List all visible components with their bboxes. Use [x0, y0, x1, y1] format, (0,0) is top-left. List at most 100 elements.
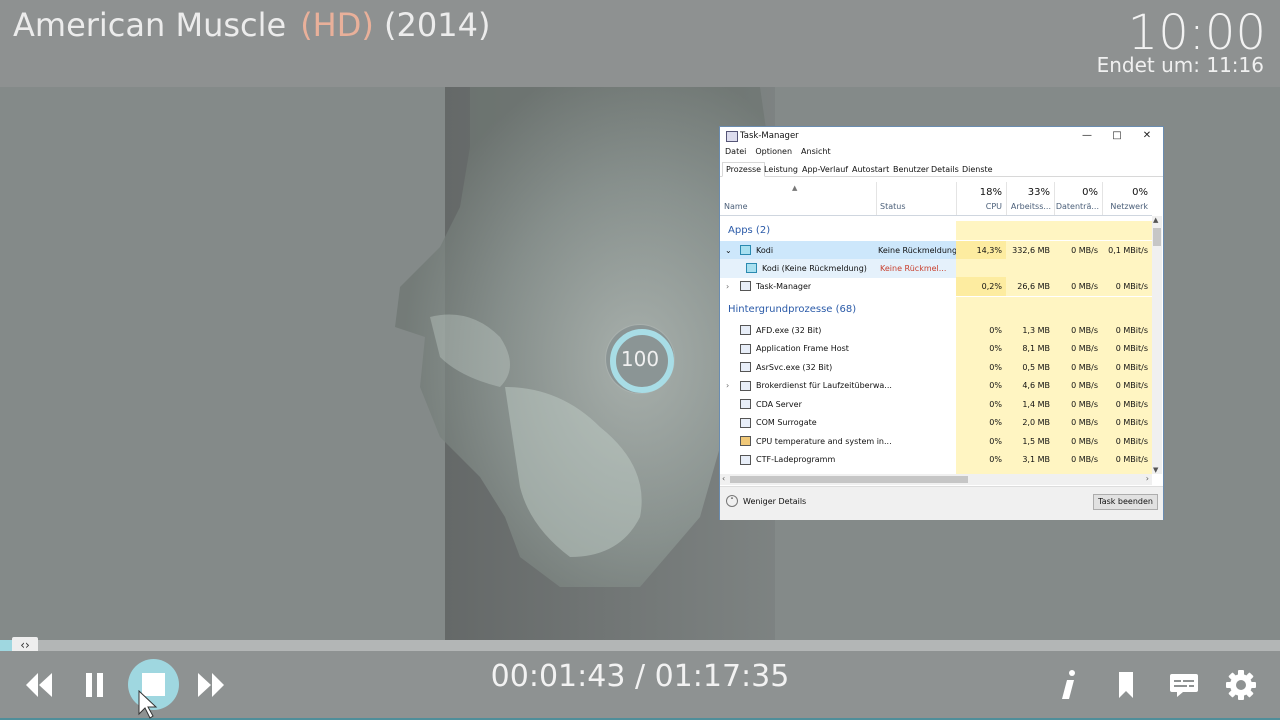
less-details-button[interactable]: ˄ Weniger Details	[726, 495, 806, 507]
tab-dienste[interactable]: Dienste	[958, 162, 997, 177]
scroll-left-icon[interactable]: ‹	[722, 474, 725, 483]
table-row[interactable]: CPU temperature and system in... 0% 1,5 …	[720, 432, 1152, 451]
network-total: 0%	[1132, 187, 1148, 198]
maximize-button[interactable]: □	[1107, 129, 1127, 143]
menu-optionen[interactable]: Optionen	[755, 147, 792, 156]
pause-button[interactable]	[70, 663, 120, 707]
column-name[interactable]: ▲ Name	[720, 182, 877, 215]
table-row[interactable]: AsrSvc.exe (32 Bit) 0% 0,5 MB 0 MB/s 0 M…	[720, 358, 1152, 377]
table-row[interactable]: CDA Server 0% 1,4 MB 0 MB/s 0 MBit/s	[720, 395, 1152, 414]
tab-prozesse[interactable]: Prozesse	[722, 162, 766, 177]
menu-ansicht[interactable]: Ansicht	[801, 147, 831, 156]
process-memory: 4,6 MB	[1006, 376, 1054, 395]
process-memory: 1,4 MB	[1006, 395, 1054, 414]
process-memory: 0,5 MB	[1006, 358, 1054, 377]
chevron-right-icon[interactable]: ›	[726, 377, 729, 396]
title-text: American Muscle	[13, 6, 287, 44]
horizontal-scrollbar[interactable]: ‹ ›	[720, 474, 1152, 485]
forward-button[interactable]	[186, 663, 236, 707]
table-row[interactable]: Application Frame Host 0% 8,1 MB 0 MB/s …	[720, 339, 1152, 359]
column-status[interactable]: Status	[876, 182, 957, 215]
process-disk: 0 MB/s	[1054, 395, 1102, 414]
quality-badge: (HD)	[300, 6, 374, 44]
table-row[interactable]: Kodi (Keine Rückmeldung) Keine Rückmel..…	[720, 259, 1152, 278]
process-name: Task-Manager	[740, 277, 811, 296]
process-cpu: 0%	[956, 413, 1006, 432]
process-name: Application Frame Host	[740, 340, 849, 359]
chevron-right-icon[interactable]: ›	[726, 277, 729, 296]
process-network: 0 MBit/s	[1102, 321, 1152, 340]
process-disk: 0 MB/s	[1054, 241, 1102, 260]
table-row[interactable]: CTF-Ladeprogramm 0% 3,1 MB 0 MB/s 0 MBit…	[720, 450, 1152, 469]
group-background-label: Hintergrundprozesse (68)	[728, 303, 857, 315]
process-name: Brokerdienst für Laufzeitüberwa...	[740, 377, 892, 396]
info-icon	[1062, 670, 1075, 699]
column-network-label: Netzwerk	[1110, 202, 1148, 211]
process-status: Keine Rückmeldung	[878, 245, 958, 255]
vertical-scrollbar[interactable]: ▲ ▼	[1152, 216, 1162, 474]
task-manager-window[interactable]: Task-Manager — □ ✕ Datei Optionen Ansicht …	[719, 126, 1164, 520]
end-time: Endet um: 11:16	[1096, 53, 1264, 77]
process-disk: 0 MB/s	[1054, 413, 1102, 432]
scroll-down-icon[interactable]: ▼	[1153, 466, 1158, 474]
process-name: Kodi	[740, 241, 773, 260]
sort-arrow-icon: ▲	[792, 184, 798, 192]
bookmark-icon	[1119, 672, 1133, 698]
busy-indicator: 100	[606, 325, 674, 393]
pause-icon	[86, 673, 103, 697]
end-task-button[interactable]: Task beenden	[1093, 494, 1158, 510]
process-disk: 0 MB/s	[1054, 339, 1102, 358]
scroll-right-icon[interactable]: ›	[1146, 474, 1149, 483]
subtitles-button[interactable]	[1159, 663, 1209, 707]
process-memory: 2,0 MB	[1006, 413, 1054, 432]
process-list[interactable]: Apps (2) ⌄ Kodi Keine Rückmeldung 14,3% …	[720, 216, 1152, 474]
column-cpu[interactable]: 18% CPU	[956, 182, 1007, 215]
chevron-down-icon[interactable]: ⌄	[725, 241, 732, 260]
process-memory: 1,3 MB	[1006, 321, 1054, 340]
window-titlebar[interactable]: Task-Manager — □ ✕	[720, 127, 1163, 145]
menu-datei[interactable]: Datei	[725, 147, 746, 156]
column-memory[interactable]: 33% Arbeitss...	[1006, 182, 1055, 215]
bookmark-button[interactable]	[1101, 663, 1151, 707]
osd-controls: 00:01:43 / 01:17:35	[0, 651, 1280, 720]
tab-app-verlauf[interactable]: App-Verlauf	[798, 162, 852, 177]
group-background[interactable]: Hintergrundprozesse (68)	[720, 297, 1152, 321]
close-button[interactable]: ✕	[1137, 129, 1157, 143]
progress-bar[interactable]	[0, 640, 1280, 651]
process-memory: 3,1 MB	[1006, 450, 1054, 469]
scroll-thumb[interactable]	[730, 476, 968, 483]
process-name: AsrSvc.exe (32 Bit)	[740, 358, 832, 377]
table-row[interactable]: AFD.exe (32 Bit) 0% 1,3 MB 0 MB/s 0 MBit…	[720, 321, 1152, 340]
process-memory: 26,6 MB	[1006, 277, 1054, 296]
process-icon	[740, 417, 751, 428]
column-network[interactable]: 0% Netzwerk	[1102, 182, 1152, 215]
column-disk[interactable]: 0% Datenträ...	[1054, 182, 1103, 215]
minimize-button[interactable]: —	[1077, 129, 1097, 143]
table-row[interactable]: › Brokerdienst für Laufzeitüberwa... 0% …	[720, 376, 1152, 396]
tab-leistung[interactable]: Leistung	[760, 162, 802, 177]
media-title: American Muscle (HD) (2014)	[13, 6, 490, 44]
table-row[interactable]: › Task-Manager 0,2% 26,6 MB 0 MB/s 0 MBi…	[720, 277, 1152, 296]
tab-autostart[interactable]: Autostart	[848, 162, 893, 177]
task-manager-icon	[740, 281, 751, 292]
scroll-thumb[interactable]	[1153, 228, 1161, 246]
year-text: (2014)	[384, 6, 491, 44]
table-row[interactable]: ⌄ Kodi Keine Rückmeldung 14,3% 332,6 MB …	[720, 241, 1152, 260]
column-cpu-label: CPU	[985, 202, 1002, 211]
process-cpu: 0,2%	[956, 277, 1006, 296]
process-cpu: 0%	[956, 358, 1006, 377]
rewind-button[interactable]	[14, 663, 64, 707]
mouse-cursor-icon	[138, 690, 158, 719]
process-icon	[740, 380, 751, 391]
table-row[interactable]: COM Surrogate 0% 2,0 MB 0 MB/s 0 MBit/s	[720, 413, 1152, 432]
info-button[interactable]	[1044, 663, 1094, 707]
process-network: 0 MBit/s	[1102, 432, 1152, 451]
column-disk-label: Datenträ...	[1055, 202, 1099, 211]
group-apps[interactable]: Apps (2)	[720, 221, 1152, 240]
task-manager-icon	[726, 131, 738, 142]
settings-button[interactable]	[1216, 663, 1266, 707]
process-network: 0,1 MBit/s	[1102, 241, 1152, 260]
process-network: 0 MBit/s	[1102, 376, 1152, 395]
scroll-up-icon[interactable]: ▲	[1153, 216, 1158, 224]
tab-bar: Prozesse Leistung App-Verlauf Autostart …	[720, 162, 1163, 177]
